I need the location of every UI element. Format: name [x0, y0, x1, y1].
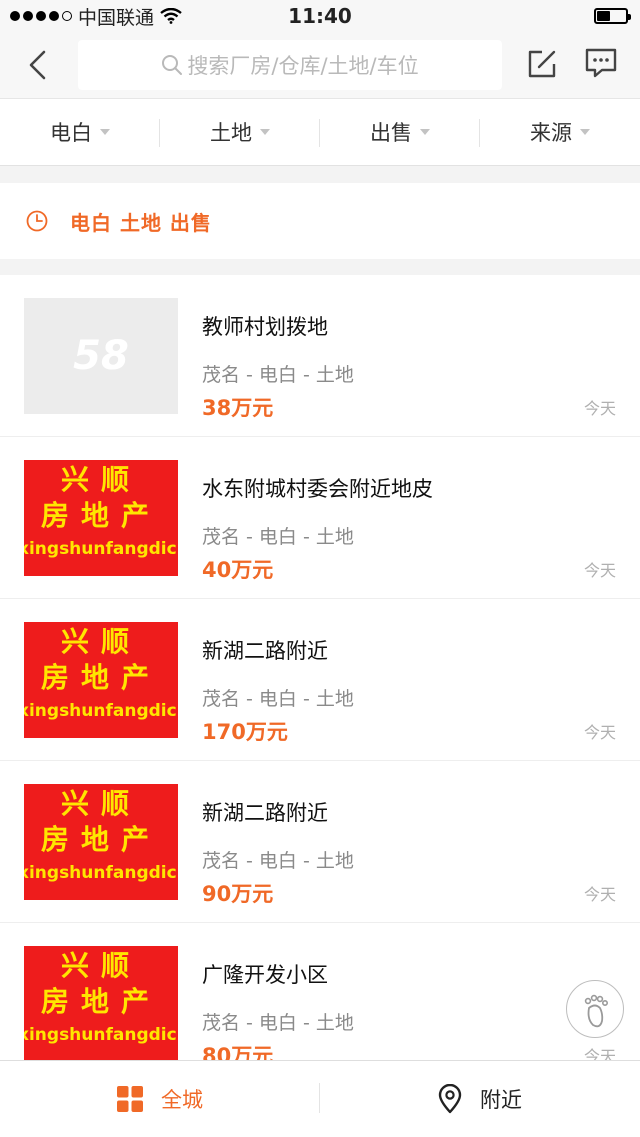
- listing-thumbnail: 兴顺 房地产 xingshunfangdichan: [24, 460, 178, 576]
- search-placeholder: 搜索厂房/仓库/土地/车位: [187, 54, 419, 78]
- location-pin-icon: [438, 1084, 462, 1114]
- listing-item[interactable]: 兴顺 房地产 xingshunfangdichan 广隆开发小区 茂名 - 电白…: [0, 923, 640, 1060]
- listing-thumbnail: 兴顺 房地产 xingshunfangdichan: [24, 946, 178, 1060]
- listing-location: 茂名 - 电白 - 土地: [202, 850, 354, 872]
- nav-bar: 搜索厂房/仓库/土地/车位: [0, 32, 640, 98]
- listing-price: 90万元: [202, 882, 274, 906]
- listing-title: 广隆开发小区: [202, 963, 328, 987]
- filter-type[interactable]: 土地: [160, 99, 320, 165]
- caret-down-icon: [260, 129, 270, 135]
- bottom-tab-bar: 全城 附近: [0, 1060, 640, 1137]
- edit-post-icon[interactable]: [526, 48, 558, 80]
- listing-location: 茂名 - 电白 - 土地: [202, 364, 354, 386]
- brand-name: 兴顺: [60, 625, 141, 658]
- caret-down-icon: [100, 129, 110, 135]
- brand-name: 兴顺: [60, 787, 141, 820]
- listing-title: 水东附城村委会附近地皮: [202, 477, 433, 501]
- status-bar: 中国联通 11:40: [0, 0, 640, 32]
- listing-location: 茂名 - 电白 - 土地: [202, 526, 354, 548]
- message-icon[interactable]: [584, 46, 618, 80]
- brand-name: 兴顺: [60, 949, 141, 982]
- listing-price: 38万元: [202, 396, 274, 420]
- back-icon[interactable]: [22, 48, 56, 82]
- filter-bar: 电白 土地 出售 来源: [0, 98, 640, 166]
- listing-date: 今天: [583, 723, 616, 742]
- listing-location: 茂名 - 电白 - 土地: [202, 1012, 354, 1034]
- battery-level: [597, 11, 610, 21]
- carrier-name: 中国联通: [78, 6, 155, 29]
- listing-date: 今天: [583, 1047, 616, 1060]
- search-history[interactable]: 电白 土地 出售: [0, 183, 640, 259]
- tab-label: 全城: [161, 1088, 203, 1112]
- listing-thumbnail: 58: [24, 298, 178, 414]
- filter-area[interactable]: 电白: [0, 99, 160, 165]
- tab-nearby[interactable]: 附近: [320, 1061, 640, 1137]
- tab-whole-city[interactable]: 全城: [0, 1061, 320, 1137]
- listing-date: 今天: [583, 399, 616, 418]
- listing-item[interactable]: 58 教师村划拨地 茂名 - 电白 - 土地 38万元 今天: [0, 275, 640, 437]
- listing-date: 今天: [583, 885, 616, 904]
- listing-price: 80万元: [202, 1044, 274, 1060]
- filter-deal[interactable]: 出售: [320, 99, 480, 165]
- listing-list: 58 教师村划拨地 茂名 - 电白 - 土地 38万元 今天 兴顺 房地产 xi…: [0, 275, 640, 1060]
- brand-type: 房地产: [40, 823, 161, 856]
- listing-location: 茂名 - 电白 - 土地: [202, 688, 354, 710]
- brand-name: 兴顺: [60, 463, 141, 496]
- signal-strength-icon: [10, 11, 72, 21]
- history-text: 电白 土地 出售: [70, 210, 212, 235]
- footprint-button[interactable]: [566, 980, 624, 1038]
- listing-item[interactable]: 兴顺 房地产 xingshunfangdichan 新湖二路附近 茂名 - 电白…: [0, 599, 640, 761]
- wifi-icon: [160, 8, 182, 24]
- listing-price: 170万元: [202, 720, 288, 744]
- tab-label: 附近: [480, 1088, 522, 1112]
- listing-title: 教师村划拨地: [202, 315, 328, 339]
- listing-price: 40万元: [202, 558, 274, 582]
- listing-thumbnail: 兴顺 房地产 xingshunfangdichan: [24, 622, 178, 738]
- listing-item[interactable]: 兴顺 房地产 xingshunfangdichan 新湖二路附近 茂名 - 电白…: [0, 761, 640, 923]
- brand-pinyin: xingshunfangdichan: [24, 701, 178, 721]
- grid-icon: [117, 1086, 143, 1112]
- placeholder-logo: 58: [73, 333, 129, 379]
- clock-icon: [26, 210, 48, 232]
- status-left: 中国联通: [0, 3, 182, 30]
- caret-down-icon: [580, 129, 590, 135]
- brand-pinyin: xingshunfangdichan: [24, 1025, 178, 1045]
- brand-pinyin: xingshunfangdichan: [24, 539, 178, 559]
- brand-type: 房地产: [40, 661, 161, 694]
- listing-title: 新湖二路附近: [202, 801, 328, 825]
- brand-pinyin: xingshunfangdichan: [24, 863, 178, 883]
- filter-label: 出售: [370, 121, 412, 145]
- listing-item[interactable]: 兴顺 房地产 xingshunfangdichan 水东附城村委会附近地皮 茂名…: [0, 437, 640, 599]
- listing-date: 今天: [583, 561, 616, 580]
- filter-label: 来源: [530, 121, 572, 145]
- listing-title: 新湖二路附近: [202, 639, 328, 663]
- footprint-icon: [584, 994, 608, 1028]
- brand-type: 房地产: [40, 499, 161, 532]
- battery-icon: [594, 8, 631, 24]
- filter-label: 土地: [210, 121, 252, 145]
- search-icon: [162, 55, 183, 75]
- caret-down-icon: [420, 129, 430, 135]
- listing-thumbnail: 兴顺 房地产 xingshunfangdichan: [24, 784, 178, 900]
- brand-type: 房地产: [40, 985, 161, 1018]
- filter-source[interactable]: 来源: [480, 99, 640, 165]
- search-input[interactable]: 搜索厂房/仓库/土地/车位: [78, 40, 502, 90]
- filter-label: 电白: [50, 121, 92, 145]
